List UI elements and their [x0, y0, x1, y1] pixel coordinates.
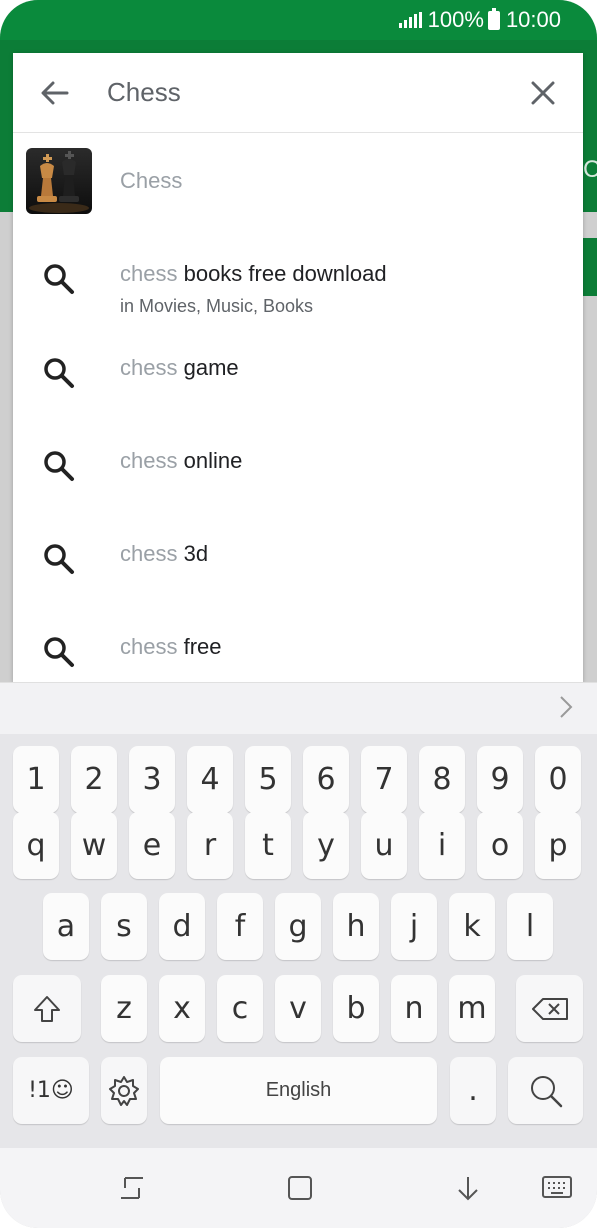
key-5[interactable]: 5 [245, 746, 291, 813]
key-g[interactable]: g [275, 893, 321, 960]
key-d[interactable]: d [159, 893, 205, 960]
suggestion-text: chess game [120, 355, 239, 380]
phone-screen: 100% 10:00 C Chess Chess chess books fre… [0, 0, 597, 1228]
key-c[interactable]: c [217, 975, 263, 1042]
backspace-key[interactable] [516, 975, 583, 1042]
key-z[interactable]: z [101, 975, 147, 1042]
key-9[interactable]: 9 [477, 746, 523, 813]
key-k[interactable]: k [449, 893, 495, 960]
suggestion-text: chess books free download [120, 261, 387, 286]
key-r[interactable]: r [187, 812, 233, 879]
key-a[interactable]: a [43, 893, 89, 960]
search-bar: Chess [13, 53, 583, 133]
key-h[interactable]: h [333, 893, 379, 960]
app-suggestion-chess[interactable]: Chess [13, 133, 583, 231]
suggestion-text: chess online [120, 448, 243, 473]
suggestion-text: chess 3d [120, 541, 209, 566]
key-j[interactable]: j [391, 893, 437, 960]
hide-keyboard-icon[interactable] [448, 1170, 488, 1206]
suggestion-item[interactable]: chess free [13, 604, 583, 682]
suggestion-item[interactable]: chess game [13, 325, 583, 418]
recent-apps-icon[interactable] [112, 1170, 152, 1206]
back-arrow-icon[interactable] [37, 77, 73, 109]
suggestion-text: chess free [120, 634, 222, 659]
key-w[interactable]: w [71, 812, 117, 879]
key-3[interactable]: 3 [129, 746, 175, 813]
search-input[interactable]: Chess [107, 77, 181, 108]
search-icon [41, 448, 77, 484]
search-key[interactable] [508, 1057, 583, 1124]
symbols-key[interactable]: !1☺ [13, 1057, 89, 1124]
status-bar: 100% 10:00 [0, 0, 597, 40]
keyboard-icon[interactable] [537, 1170, 577, 1206]
navigation-bar [0, 1148, 597, 1228]
suggestion-subtitle: in Movies, Music, Books [120, 296, 314, 316]
period-key[interactable]: . [450, 1057, 496, 1124]
key-m[interactable]: m [449, 975, 495, 1042]
search-icon [41, 634, 77, 670]
home-icon[interactable] [280, 1170, 320, 1206]
key-1[interactable]: 1 [13, 746, 59, 813]
key-0[interactable]: 0 [535, 746, 581, 813]
space-key[interactable]: English [160, 1057, 437, 1124]
key-l[interactable]: l [507, 893, 553, 960]
shift-key[interactable] [13, 975, 81, 1042]
clock: 10:00 [505, 7, 561, 32]
key-t[interactable]: t [245, 812, 291, 879]
keyboard-toolbar [0, 682, 597, 734]
key-p[interactable]: p [535, 812, 581, 879]
app-suggestion-label: Chess [120, 168, 183, 193]
key-v[interactable]: v [275, 975, 321, 1042]
key-n[interactable]: n [391, 975, 437, 1042]
search-suggestions-panel: Chess Chess chess books free download in… [13, 53, 583, 682]
key-4[interactable]: 4 [187, 746, 233, 813]
suggestion-item[interactable]: chess 3d [13, 511, 583, 604]
key-o[interactable]: o [477, 812, 523, 879]
key-7[interactable]: 7 [361, 746, 407, 813]
search-icon [41, 541, 77, 577]
key-f[interactable]: f [217, 893, 263, 960]
key-2[interactable]: 2 [71, 746, 117, 813]
chevron-right-icon[interactable] [559, 695, 573, 726]
key-y[interactable]: y [303, 812, 349, 879]
suggestion-item[interactable]: chess online [13, 418, 583, 511]
battery-percent: 100% [427, 7, 484, 32]
key-q[interactable]: q [13, 812, 59, 879]
battery-icon [487, 7, 500, 30]
key-6[interactable]: 6 [303, 746, 349, 813]
suggestion-item[interactable]: chess books free download in Movies, Mus… [13, 231, 583, 325]
close-icon[interactable] [525, 75, 561, 111]
gear-icon[interactable] [101, 1057, 147, 1124]
key-x[interactable]: x [159, 975, 205, 1042]
key-8[interactable]: 8 [419, 746, 465, 813]
search-icon [41, 355, 77, 391]
search-icon [41, 261, 77, 297]
background-header-glyph: C [583, 156, 597, 183]
keyboard: !1☺ English . 1234567890 qwertyuiop asdfgh… [0, 734, 597, 1148]
signal-icon [398, 12, 422, 28]
chess-app-icon [26, 148, 92, 214]
key-u[interactable]: u [361, 812, 407, 879]
key-i[interactable]: i [419, 812, 465, 879]
key-e[interactable]: e [129, 812, 175, 879]
key-b[interactable]: b [333, 975, 379, 1042]
key-s[interactable]: s [101, 893, 147, 960]
